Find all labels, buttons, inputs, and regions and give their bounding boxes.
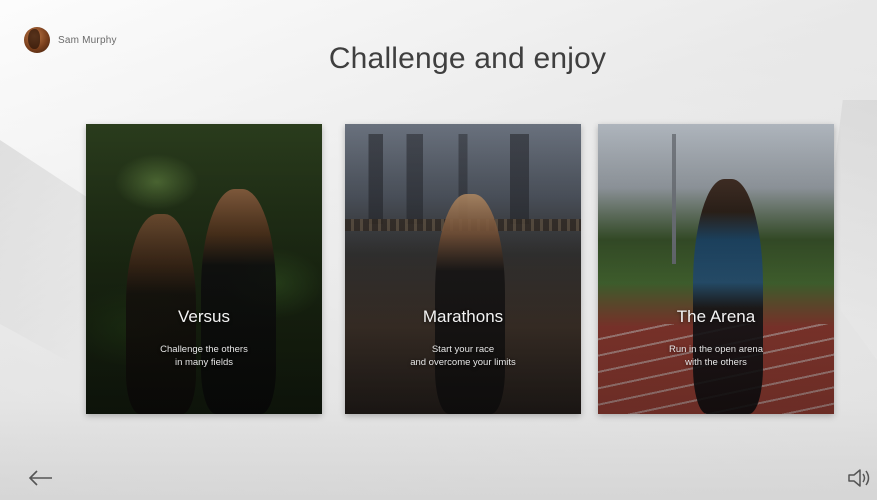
card-description: Run in the open arena with the others: [668, 344, 764, 368]
card-overlay: [345, 124, 581, 414]
page-title: Challenge and enjoy: [328, 42, 607, 75]
card-text: Marathons Start your race and overcome y…: [345, 307, 581, 369]
card-text: Versus Challenge the others in many fiel…: [86, 307, 322, 369]
background-facet: [0, 400, 877, 500]
speaker-icon: [848, 469, 870, 487]
card-overlay: [86, 124, 322, 414]
card-title: Marathons: [422, 307, 504, 326]
card-marathons[interactable]: Marathons Start your race and overcome y…: [345, 124, 581, 414]
challenge-cards: Versus Challenge the others in many fiel…: [86, 124, 834, 414]
card-the-arena[interactable]: The Arena Run in the open arena with the…: [598, 124, 834, 414]
card-title: Versus: [178, 307, 230, 326]
back-button[interactable]: [26, 468, 56, 488]
sound-toggle-button[interactable]: [846, 466, 872, 490]
card-description: Start your race and overcome your limits: [410, 344, 516, 368]
card-overlay: [598, 124, 834, 414]
app-background: Sam Murphy Challenge and enjoy Versus Ch…: [0, 0, 877, 500]
card-title: The Arena: [676, 307, 756, 326]
card-text: The Arena Run in the open arena with the…: [598, 307, 834, 369]
card-description: Challenge the others in many fields: [160, 344, 248, 368]
arrow-left-icon: [28, 470, 52, 486]
card-versus[interactable]: Versus Challenge the others in many fiel…: [86, 124, 322, 414]
